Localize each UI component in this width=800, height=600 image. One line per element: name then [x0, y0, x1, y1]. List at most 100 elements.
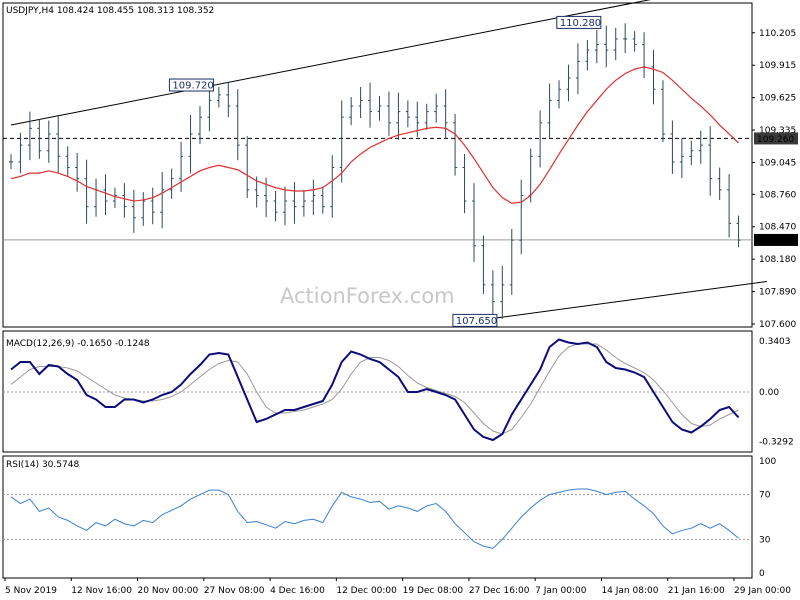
- macd-tick-label: 0.3403: [759, 337, 791, 347]
- price-bar: [453, 113, 458, 176]
- price-bar: [377, 95, 382, 121]
- time-tick-label: 5 Nov 2019: [5, 586, 57, 596]
- price-bar: [660, 80, 665, 143]
- macd-tick-label: 0.00: [759, 388, 779, 398]
- price-bar: [368, 82, 373, 128]
- time-tick-label: 19 Dec 08:00: [403, 586, 464, 596]
- price-bar: [698, 130, 703, 164]
- price-bar: [708, 126, 713, 196]
- price-bar: [122, 183, 127, 218]
- price-bar: [632, 31, 637, 52]
- price-bar: [642, 32, 647, 78]
- price-bar: [131, 189, 136, 233]
- rsi-tick-label: 100: [759, 457, 776, 467]
- price-bar: [150, 187, 155, 225]
- price-tick-label: 109.045: [759, 158, 796, 168]
- time-tick-label: 12 Nov 16:00: [71, 586, 132, 596]
- price-bar: [339, 100, 344, 183]
- price-bar: [490, 270, 495, 315]
- price-tick-label: 110.205: [759, 29, 796, 39]
- price-bar: [349, 97, 354, 126]
- price-bar: [462, 154, 467, 214]
- price-bar: [84, 159, 89, 224]
- price-bar: [538, 110, 543, 168]
- price-bar: [216, 87, 221, 108]
- price-tick-label: 108.760: [759, 190, 796, 200]
- price-bar: [245, 136, 250, 198]
- price-panel-title: USDJPY,H4 108.424 108.455 108.313 108.35…: [6, 6, 214, 16]
- price-bar: [443, 89, 448, 138]
- price-bar: [94, 178, 99, 217]
- rsi-tick-label: 30: [759, 535, 771, 545]
- price-tick-label: 108.180: [759, 255, 796, 265]
- price-bar: [717, 167, 722, 200]
- rsi-tick-label: 70: [759, 491, 771, 501]
- price-bar: [103, 174, 108, 216]
- rsi-tick-label: 0: [759, 569, 765, 579]
- rsi-panel: RSI(14) 30.5748: [3, 460, 752, 549]
- price-bar: [301, 189, 306, 217]
- macd-signal-line: [10, 343, 739, 435]
- time-tick-label: 27 Nov 08:00: [204, 586, 265, 596]
- price-bar: [727, 174, 732, 238]
- price-bar: [547, 83, 552, 138]
- price-bar: [75, 152, 80, 192]
- price-bar: [519, 179, 524, 255]
- price-bar: [386, 91, 391, 136]
- price-bar: [9, 154, 13, 169]
- time-tick-label: 20 Nov 00:00: [138, 586, 199, 596]
- price-bar: [283, 186, 288, 226]
- price-bar: [311, 179, 316, 216]
- price-bar: [179, 141, 184, 192]
- price-bar: [330, 155, 335, 218]
- time-tick-label: 7 Jan 00:00: [535, 586, 587, 596]
- price-bar: [226, 82, 231, 118]
- price-bar: [585, 40, 590, 71]
- price-bar: [670, 120, 675, 174]
- price-bar: [405, 100, 410, 128]
- chart-canvas: USDJPY,H4 108.424 108.455 108.313 108.35…: [2, 0, 798, 596]
- time-axis: 5 Nov 2019 12 Nov 16:00 20 Nov 00:00 27 Nov…: [4, 578, 791, 596]
- rsi-panel-title: RSI(14) 30.5748: [6, 460, 79, 470]
- price-bar: [509, 228, 514, 295]
- price-bar: [65, 146, 70, 177]
- price-axis: 110.205109.915109.625109.335109.045108.7…: [752, 29, 798, 579]
- watermark: ActionForex.com: [280, 284, 455, 308]
- annotation-label: 110.280: [560, 18, 601, 29]
- level-price-label: 109.260: [757, 135, 794, 145]
- channel-lower-line: [492, 281, 767, 319]
- time-tick-label: 12 Dec 00:00: [336, 586, 397, 596]
- annotation-label: 109.720: [172, 81, 213, 92]
- price-bar: [37, 119, 42, 159]
- macd-tick-label: -0.3292: [759, 437, 794, 447]
- price-bar: [566, 64, 571, 102]
- price-bar: [207, 84, 212, 132]
- price-bar: [358, 87, 363, 119]
- time-tick-label: 21 Jan 16:00: [668, 586, 725, 596]
- price-bar: [575, 43, 580, 95]
- price-bar: [613, 27, 618, 61]
- price-bar: [235, 89, 240, 161]
- price-bar: [651, 50, 656, 105]
- price-tick-label: 109.625: [759, 94, 796, 104]
- price-tick-label: 107.890: [759, 288, 796, 298]
- price-bar: [27, 111, 32, 161]
- price-bar: [623, 23, 628, 54]
- price-bar: [736, 215, 741, 248]
- macd-line: [10, 338, 740, 442]
- price-bar: [112, 187, 117, 209]
- moving-average-line: [10, 66, 739, 204]
- rsi-frame: [2, 455, 753, 579]
- price-bar: [160, 171, 165, 229]
- price-frame: [2, 2, 753, 328]
- price-bar: [481, 235, 486, 294]
- price-bar: [188, 114, 193, 174]
- annotation-label: 107.650: [456, 316, 497, 327]
- time-tick-label: 14 Jan 08:00: [601, 586, 658, 596]
- time-tick-label: 27 Dec 16:00: [469, 586, 530, 596]
- price-bar: [141, 192, 146, 226]
- price-bar: [169, 168, 174, 199]
- time-tick-label: 4 Dec 16:00: [270, 586, 325, 596]
- price-bar: [434, 93, 439, 123]
- price-tick-label: 107.600: [759, 320, 796, 330]
